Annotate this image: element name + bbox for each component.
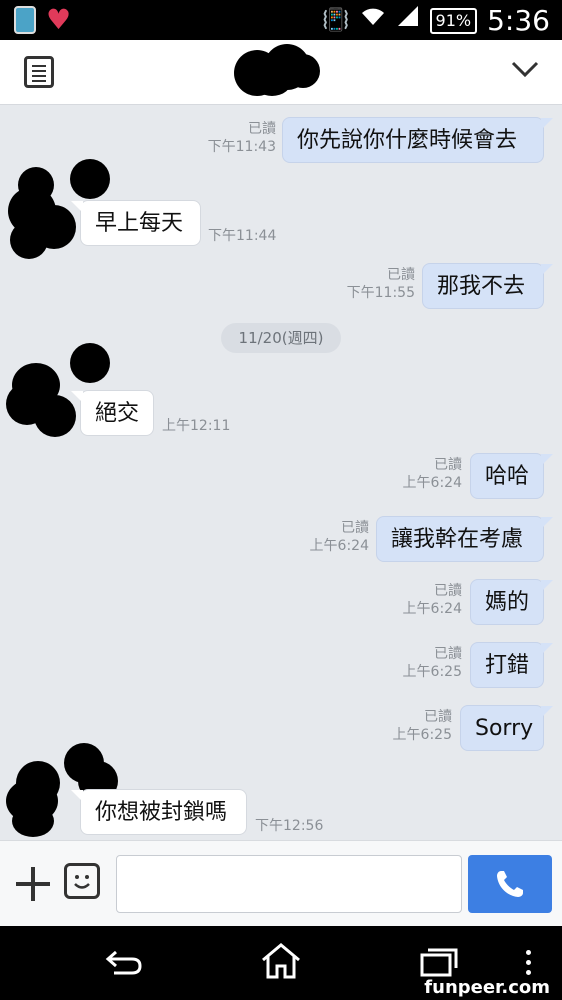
message-meta: 已讀 上午6:25	[392, 709, 452, 743]
phone-icon	[497, 871, 523, 897]
message-bubble-mine[interactable]: 讓我幹在考慮	[376, 516, 553, 562]
app-notification-icon: ♥	[46, 3, 72, 36]
avatar-redacted[interactable]	[6, 743, 118, 837]
message-bubble-theirs[interactable]: 早上每天	[71, 200, 201, 246]
signal-icon	[396, 4, 420, 37]
vibrate-icon: 📳	[322, 7, 350, 33]
home-icon[interactable]	[260, 942, 302, 980]
avatar-redacted[interactable]	[6, 343, 110, 437]
message-meta: 已讀 下午11:43	[207, 121, 276, 155]
message-bubble-mine[interactable]: 打錯	[470, 642, 553, 688]
chat-header	[0, 40, 562, 105]
contact-name-redacted[interactable]	[234, 44, 320, 96]
wifi-icon	[360, 5, 386, 36]
message-meta: 已讀 下午11:55	[346, 267, 415, 301]
watermark: funpeer.com	[420, 977, 554, 998]
recent-apps-icon[interactable]	[420, 946, 458, 978]
message-bubble-mine[interactable]: 你先說你什麼時候會去	[282, 117, 553, 163]
message-bubble-theirs[interactable]: 你想被封鎖嗎	[71, 789, 247, 835]
back-icon[interactable]	[104, 946, 144, 978]
call-button[interactable]	[468, 855, 552, 913]
message-input-bar	[0, 840, 562, 927]
phone-notification-icon	[14, 6, 36, 34]
overflow-menu-icon[interactable]	[524, 948, 532, 978]
message-input[interactable]	[116, 855, 462, 913]
message-bubble-theirs[interactable]: 絕交	[71, 390, 154, 436]
message-meta: 已讀 上午6:24	[402, 457, 462, 491]
message-meta: 已讀 上午6:24	[309, 520, 369, 554]
message-meta: 已讀 上午6:24	[402, 583, 462, 617]
message-bubble-mine[interactable]: 媽的	[470, 579, 553, 625]
status-bar: ♥ 📳 91% 5:36	[0, 0, 562, 40]
avatar-redacted[interactable]	[8, 159, 110, 259]
message-bubble-mine[interactable]: 那我不去	[422, 263, 553, 309]
plus-icon[interactable]	[16, 867, 50, 901]
battery-indicator: 91%	[429, 7, 478, 34]
message-meta: 已讀 上午6:25	[402, 646, 462, 680]
message-time: 下午12:56	[255, 818, 324, 834]
clock: 5:36	[487, 3, 550, 37]
chevron-down-icon[interactable]	[510, 54, 540, 84]
date-divider: 11/20(週四)	[221, 323, 341, 353]
message-time: 下午11:44	[208, 228, 277, 244]
message-bubble-mine[interactable]: Sorry	[460, 705, 553, 751]
menu-icon[interactable]	[24, 56, 54, 88]
message-time: 上午12:11	[162, 418, 231, 434]
sticker-icon[interactable]	[64, 863, 100, 899]
message-bubble-mine[interactable]: 哈哈	[470, 453, 553, 499]
chat-area[interactable]: 已讀 下午11:43 你先說你什麼時候會去 早上每天 下午11:44 已讀 下午…	[0, 105, 562, 840]
navigation-bar: funpeer.com	[0, 926, 562, 1000]
